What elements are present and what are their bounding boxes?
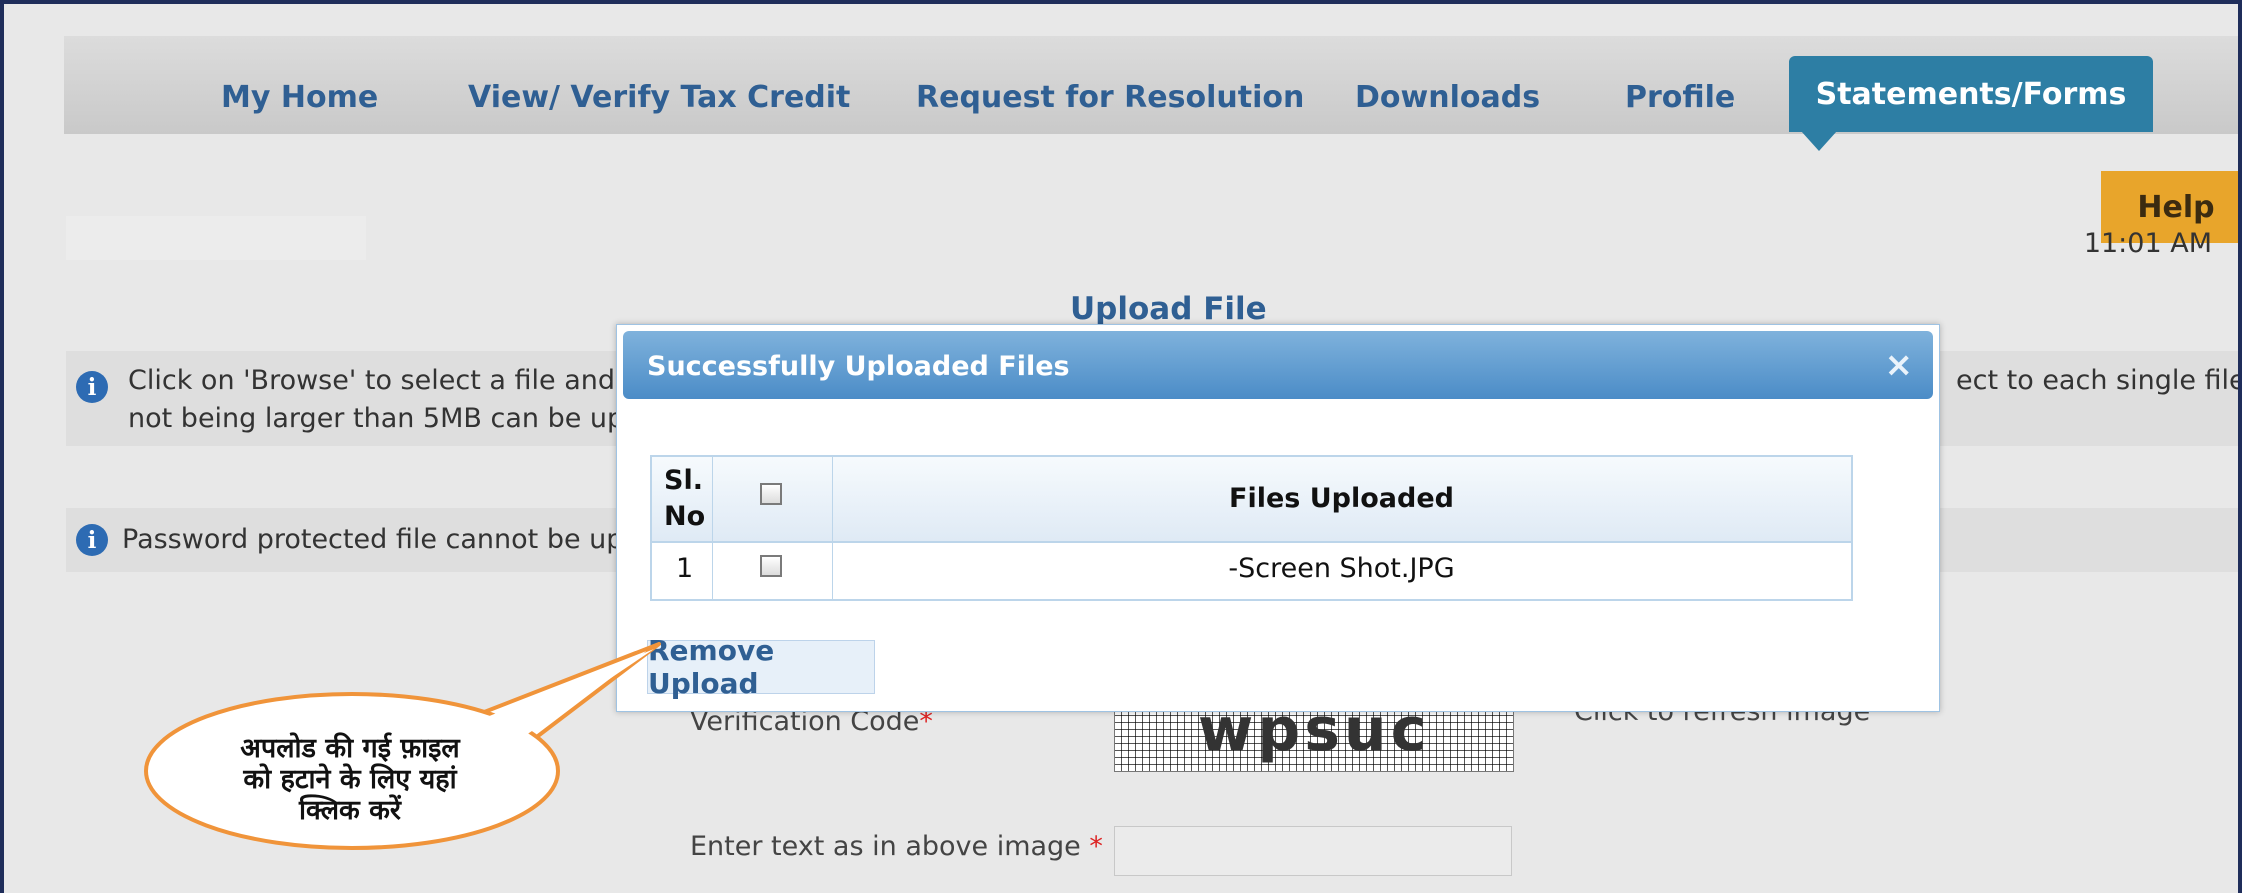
callout-line2: को हटाने के लिए यहां <box>243 764 457 795</box>
callout-line1: अपलोड की गई फ़ाइल <box>240 733 460 764</box>
page-frame: My Home View/ Verify Tax Credit Request … <box>0 0 2242 893</box>
callout-line3: क्लिक करें <box>299 795 401 826</box>
callout-text: अपलोड की गई फ़ाइल को हटाने के लिए यहां क… <box>200 733 500 826</box>
